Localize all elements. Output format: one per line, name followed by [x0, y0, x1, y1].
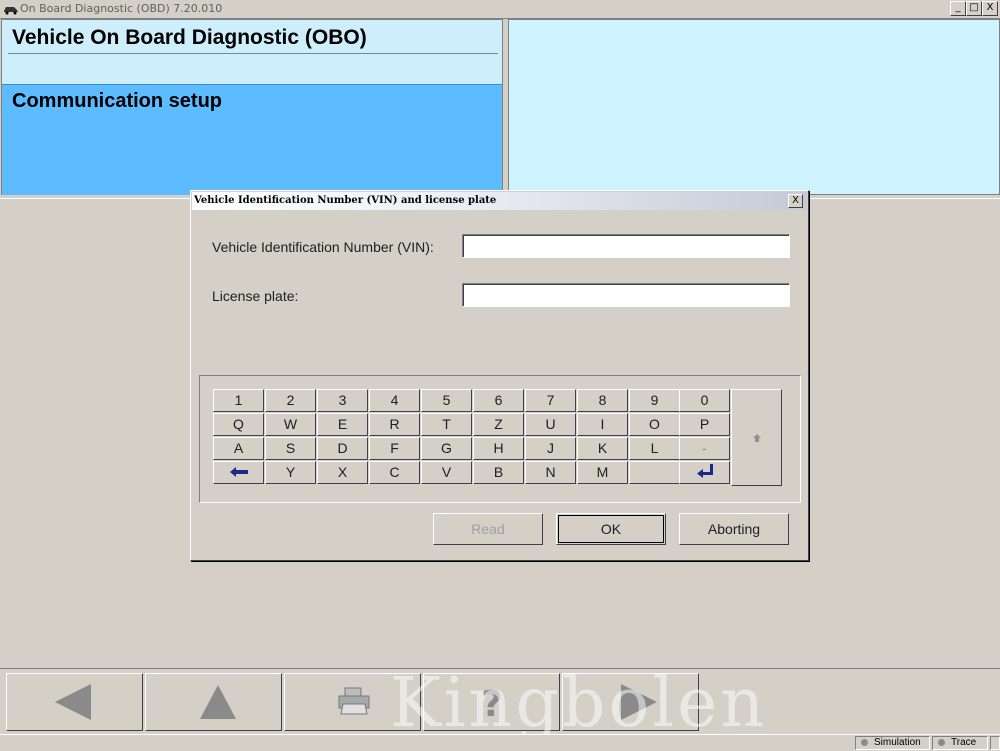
key-0[interactable]: 0	[679, 389, 730, 412]
shift-key[interactable]	[731, 389, 782, 486]
key-t[interactable]: T	[421, 413, 472, 436]
simulation-indicator: Simulation	[855, 736, 930, 750]
on-screen-keyboard: 1 2 3 4 5 6 7 8 9 0 Q W E R T Z U I O P …	[199, 375, 801, 503]
key-x[interactable]: X	[317, 461, 368, 484]
key-a[interactable]: A	[213, 437, 264, 460]
key-2[interactable]: 2	[265, 389, 316, 412]
key-d[interactable]: D	[317, 437, 368, 460]
key-z[interactable]: Z	[473, 413, 524, 436]
aborting-button[interactable]: Aborting	[679, 513, 789, 545]
help-button[interactable]: ?	[423, 673, 560, 731]
key-1[interactable]: 1	[213, 389, 264, 412]
header-divider	[8, 53, 498, 54]
svg-text:?: ?	[482, 684, 503, 722]
key-m[interactable]: M	[577, 461, 628, 484]
status-panel-extra	[990, 736, 1000, 750]
key-k[interactable]: K	[577, 437, 628, 460]
key-o[interactable]: O	[629, 413, 680, 436]
key-n[interactable]: N	[525, 461, 576, 484]
key-s[interactable]: S	[265, 437, 316, 460]
info-panel	[508, 19, 1000, 195]
key-i[interactable]: I	[577, 413, 628, 436]
enter-arrow-icon	[696, 464, 713, 478]
key-j[interactable]: J	[525, 437, 576, 460]
back-icon	[55, 684, 91, 720]
page-title: Vehicle On Board Diagnostic (OBO)	[12, 26, 367, 49]
key-l[interactable]: L	[629, 437, 680, 460]
forward-button[interactable]	[562, 673, 699, 731]
help-icon: ?	[482, 684, 503, 722]
key-7[interactable]: 7	[525, 389, 576, 412]
shift-icon	[753, 434, 761, 442]
car-app-icon	[4, 7, 18, 15]
simulation-led-icon	[861, 739, 868, 746]
key-b[interactable]: B	[473, 461, 524, 484]
section-area: Communication setup	[2, 84, 502, 195]
key-9[interactable]: 9	[629, 389, 680, 412]
print-icon	[338, 687, 370, 715]
dialog-close-button[interactable]: X	[788, 194, 803, 208]
window-title: On Board Diagnostic (OBD) 7.20.010	[20, 2, 223, 15]
bottom-toolbar: ?	[0, 668, 1000, 735]
key-f[interactable]: F	[369, 437, 420, 460]
trace-led-icon	[938, 739, 945, 746]
key-c[interactable]: C	[369, 461, 420, 484]
key-6[interactable]: 6	[473, 389, 524, 412]
back-button[interactable]	[6, 673, 143, 731]
up-icon	[200, 685, 236, 719]
status-bar: Simulation Trace	[0, 734, 1000, 751]
vin-input[interactable]	[462, 234, 790, 258]
key-w[interactable]: W	[265, 413, 316, 436]
dialog-title: Vehicle Identification Number (VIN) and …	[194, 195, 497, 206]
license-plate-label: License plate:	[212, 288, 299, 304]
enter-key[interactable]	[679, 461, 730, 484]
simulation-label: Simulation	[874, 737, 921, 748]
print-button[interactable]	[284, 673, 421, 731]
up-button[interactable]	[145, 673, 282, 731]
key-4[interactable]: 4	[369, 389, 420, 412]
header-title-area: Vehicle On Board Diagnostic (OBO)	[2, 20, 502, 84]
trace-indicator: Trace	[932, 736, 988, 750]
vin-dialog: Vehicle Identification Number (VIN) and …	[190, 190, 809, 561]
section-title: Communication setup	[12, 90, 223, 112]
left-arrow-icon	[229, 467, 248, 477]
window-titlebar: On Board Diagnostic (OBD) 7.20.010 _ □ X	[0, 0, 1000, 19]
key-5[interactable]: 5	[421, 389, 472, 412]
key-p[interactable]: P	[679, 413, 730, 436]
forward-icon	[621, 684, 657, 720]
read-button[interactable]: Read	[433, 513, 543, 545]
key-3[interactable]: 3	[317, 389, 368, 412]
ok-button[interactable]: OK	[556, 513, 666, 545]
vin-label: Vehicle Identification Number (VIN):	[212, 239, 434, 255]
key-h[interactable]: H	[473, 437, 524, 460]
dialog-titlebar: Vehicle Identification Number (VIN) and …	[192, 192, 807, 210]
key-dash[interactable]: -	[679, 437, 730, 460]
backspace-key[interactable]	[213, 461, 264, 484]
maximize-button[interactable]: □	[966, 1, 982, 16]
minimize-button[interactable]: _	[950, 1, 966, 16]
key-q[interactable]: Q	[213, 413, 264, 436]
key-v[interactable]: V	[421, 461, 472, 484]
key-blank[interactable]	[629, 461, 680, 484]
header-panel: Vehicle On Board Diagnostic (OBO) Commun…	[1, 19, 503, 195]
close-button[interactable]: X	[982, 1, 998, 16]
license-plate-input[interactable]	[462, 283, 790, 307]
key-g[interactable]: G	[421, 437, 472, 460]
key-y[interactable]: Y	[265, 461, 316, 484]
key-u[interactable]: U	[525, 413, 576, 436]
key-e[interactable]: E	[317, 413, 368, 436]
key-r[interactable]: R	[369, 413, 420, 436]
key-8[interactable]: 8	[577, 389, 628, 412]
trace-label: Trace	[951, 737, 977, 748]
